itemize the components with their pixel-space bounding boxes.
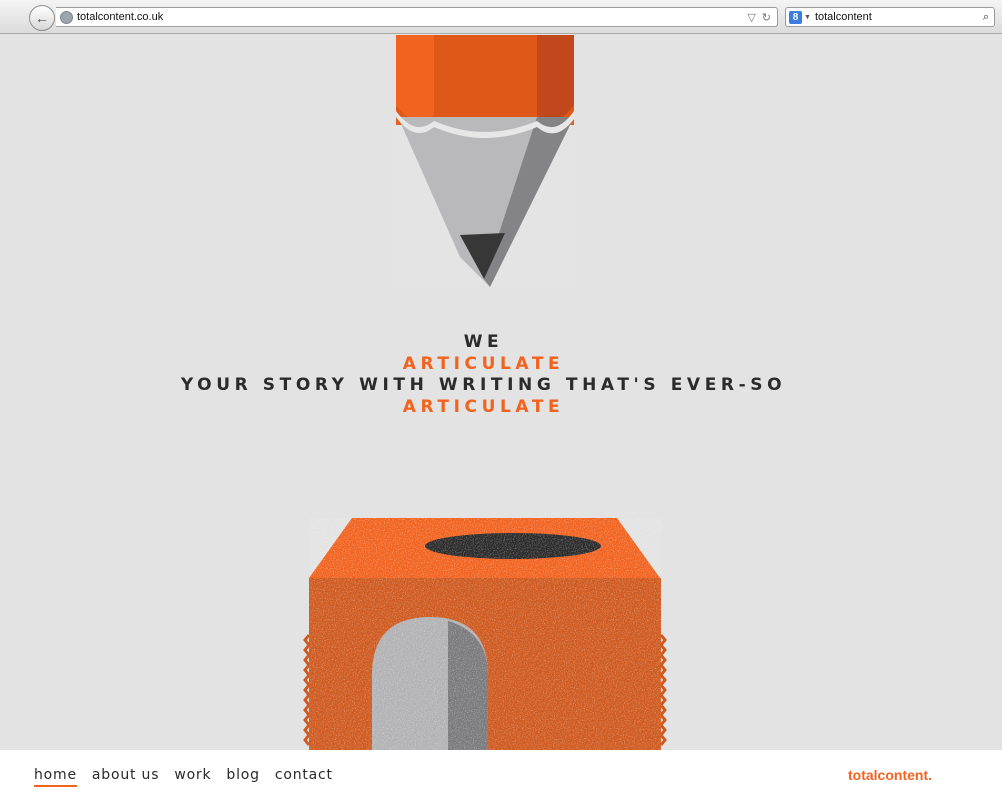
reload-icon[interactable]: ↻ xyxy=(762,11,771,24)
headline-line-4: ARTICULATE xyxy=(402,396,565,417)
browser-toolbar: ← totalcontent.co.uk ▽ ↻ 8 ▼ totalconten… xyxy=(0,0,1002,34)
url-controls: ▽ ↻ xyxy=(747,8,771,26)
nav-item-about-us[interactable]: about us xyxy=(92,767,159,787)
footer-bar: home about us work blog contact totalcon… xyxy=(0,750,1002,797)
bookmark-dropdown-icon[interactable]: ▽ xyxy=(747,11,755,24)
pencil-illustration xyxy=(396,35,574,287)
search-bar[interactable]: 8 ▼ totalcontent ⌕ xyxy=(785,7,995,27)
nav-item-contact[interactable]: contact xyxy=(275,767,333,787)
url-bar[interactable]: totalcontent.co.uk ▽ ↻ xyxy=(56,7,778,27)
search-input[interactable]: totalcontent xyxy=(815,11,983,23)
brand-logo[interactable]: totalcontent. xyxy=(848,767,932,783)
globe-icon xyxy=(60,10,73,24)
search-icon[interactable]: ⌕ xyxy=(983,11,989,24)
headline-line-2: ARTICULATE xyxy=(402,353,565,374)
nav-item-blog[interactable]: blog xyxy=(226,767,259,787)
headline-line-3: YOUR STORY WITH WRITING THAT'S EVER-SO xyxy=(180,375,787,395)
main-nav: home about us work blog contact xyxy=(34,767,333,787)
hero-headline: WE ARTICULATE YOUR STORY WITH WRITING TH… xyxy=(0,332,967,418)
chevron-down-icon[interactable]: ▼ xyxy=(804,14,811,21)
nav-item-work[interactable]: work xyxy=(174,767,211,787)
sharpener-illustration xyxy=(303,518,667,750)
nav-item-home[interactable]: home xyxy=(34,767,77,787)
back-arrow-icon: ← xyxy=(35,10,49,26)
headline-line-1: WE xyxy=(463,332,504,352)
back-button[interactable]: ← xyxy=(29,5,55,31)
url-text: totalcontent.co.uk xyxy=(77,11,164,23)
google-icon[interactable]: 8 xyxy=(789,10,802,24)
